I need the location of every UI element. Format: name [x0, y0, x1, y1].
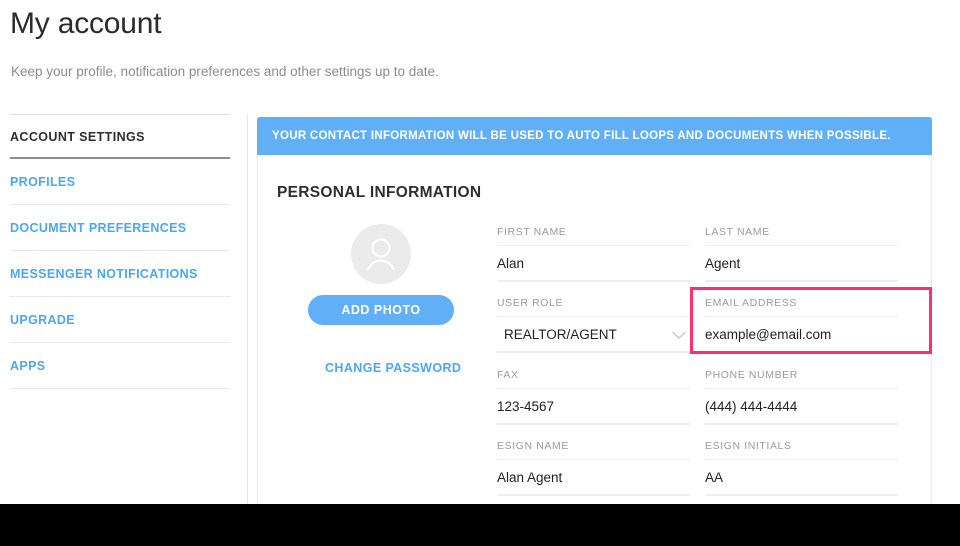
person-icon — [367, 238, 395, 271]
user-role-select[interactable] — [497, 317, 690, 353]
page-title: My account — [10, 7, 162, 40]
field-fax: FAX — [497, 369, 690, 425]
bottom-bar — [0, 504, 960, 546]
page-subtitle: Keep your profile, notification preferen… — [11, 64, 439, 79]
field-first-name: FIRST NAME — [497, 226, 690, 282]
field-label-user-role: USER ROLE — [497, 297, 690, 317]
sidebar-item-apps[interactable]: APPS — [10, 343, 230, 389]
sidebar-heading: ACCOUNT SETTINGS — [10, 130, 145, 144]
field-phone-number: PHONE NUMBER — [705, 369, 898, 425]
field-label-last-name: LAST NAME — [705, 226, 898, 246]
field-email-address: EMAIL ADDRESS — [705, 297, 898, 353]
field-label-phone-number: PHONE NUMBER — [705, 369, 898, 389]
field-label-esign-initials: ESIGN INITIALS — [705, 440, 898, 460]
section-title-personal-information: PERSONAL INFORMATION — [277, 184, 482, 201]
field-label-email-address: EMAIL ADDRESS — [705, 297, 898, 317]
contact-info-banner: YOUR CONTACT INFORMATION WILL BE USED TO… — [257, 117, 932, 155]
first-name-input[interactable] — [497, 246, 690, 282]
sidebar-item-upgrade[interactable]: UPGRADE — [10, 297, 230, 343]
fax-input[interactable] — [497, 389, 690, 425]
esign-initials-input[interactable] — [705, 460, 898, 496]
field-last-name: LAST NAME — [705, 226, 898, 282]
field-user-role: USER ROLE — [497, 297, 690, 353]
esign-name-input[interactable] — [497, 460, 690, 496]
sidebar-item-document-preferences[interactable]: DOCUMENT PREFERENCES — [10, 205, 230, 251]
field-label-fax: FAX — [497, 369, 690, 389]
add-photo-button[interactable]: ADD PHOTO — [308, 295, 454, 325]
phone-number-input[interactable] — [705, 389, 898, 425]
field-esign-initials: ESIGN INITIALS — [705, 440, 898, 496]
field-esign-name: ESIGN NAME — [497, 440, 690, 496]
column-divider — [247, 114, 248, 504]
last-name-input[interactable] — [705, 246, 898, 282]
banner-text: YOUR CONTACT INFORMATION WILL BE USED TO… — [272, 130, 891, 142]
account-settings-sidebar: ACCOUNT SETTINGS PROFILES DOCUMENT PREFE… — [10, 114, 230, 389]
field-label-first-name: FIRST NAME — [497, 226, 690, 246]
avatar — [351, 224, 411, 284]
field-label-esign-name: ESIGN NAME — [497, 440, 690, 460]
sidebar-item-messenger-notifications[interactable]: MESSENGER NOTIFICATIONS — [10, 251, 230, 297]
sidebar-item-profiles[interactable]: PROFILES — [10, 159, 230, 205]
my-account-page: My account Keep your profile, notificati… — [0, 0, 960, 546]
change-password-link[interactable]: CHANGE PASSWORD — [325, 361, 461, 375]
email-address-input[interactable] — [705, 317, 898, 353]
